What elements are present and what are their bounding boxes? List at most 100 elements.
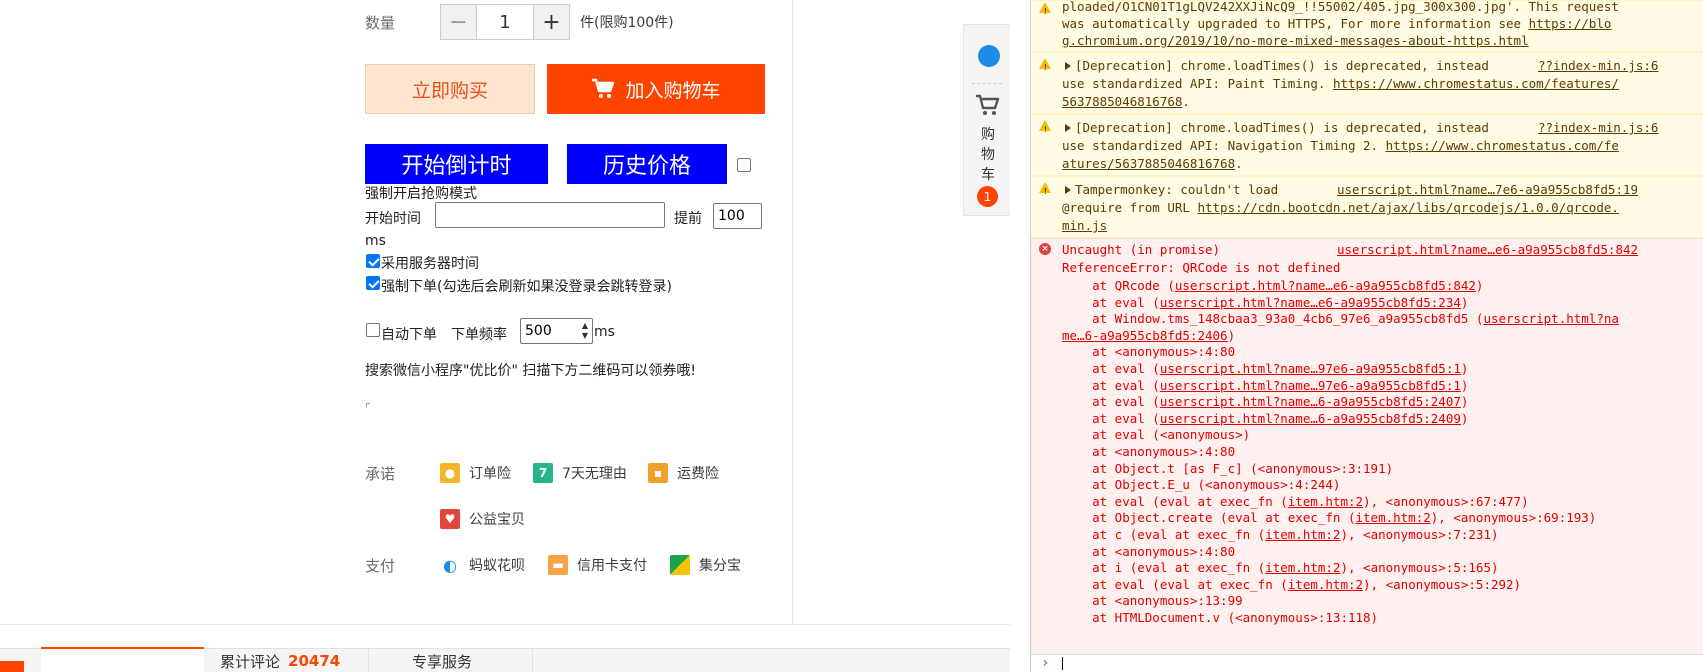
advance-label: 提前	[674, 211, 702, 227]
start-countdown-button[interactable]: 开始倒计时	[365, 144, 548, 184]
advance-ms-input[interactable]	[713, 203, 762, 229]
stack-frame-text: at c (eval at exec_fn (	[1062, 527, 1266, 542]
payment-credit-card[interactable]: ▬ 信用卡支付	[548, 555, 647, 575]
console-input[interactable]: ›	[1031, 654, 1703, 672]
stack-frame-text: at eval (eval at exec_fn (	[1062, 576, 1288, 592]
promise-order-insurance[interactable]: ● 订单险	[440, 463, 511, 483]
order-frequency-value: 500	[525, 323, 552, 339]
stack-frame-text: )	[1460, 294, 1469, 310]
console-link[interactable]: atures/5637885046816768	[1062, 156, 1235, 171]
stack-frame-link[interactable]: item.htm:2	[1265, 527, 1340, 542]
stack-frame-link[interactable]: userscript.html?name…6-a9a955cb8fd5:2407	[1160, 394, 1461, 409]
expand-arrow-icon[interactable]	[1065, 124, 1071, 132]
stack-frame: at <anonymous>:4:80	[1062, 543, 1235, 561]
stack-frame-link[interactable]: userscript.html?name…6-a9a955cb8fd5:2409	[1160, 411, 1461, 426]
stack-frame-text: at <anonymous>:4:80	[1062, 543, 1236, 559]
buy-now-button[interactable]: 立即购买	[365, 64, 535, 114]
price-history-button[interactable]: 历史价格	[567, 144, 727, 184]
increase-button[interactable]: +	[534, 5, 569, 39]
stack-frame-link[interactable]: item.htm:2	[1288, 577, 1363, 592]
expand-arrow-icon[interactable]	[1065, 186, 1071, 194]
console-link[interactable]: https://blo	[1529, 16, 1612, 31]
stack-frame: at <anonymous>:13:99	[1062, 592, 1243, 610]
stack-frame-text: ), <anonymous>:5:165)	[1340, 560, 1499, 576]
payment-jifenbao[interactable]: 集分宝	[670, 555, 741, 575]
stack-frame: at c (eval at exec_fn (item.htm:2), <ano…	[1062, 526, 1498, 544]
heart-icon: ♥	[440, 509, 460, 529]
stack-frame-text: at eval (	[1062, 377, 1160, 393]
sun-icon: ●	[440, 463, 460, 483]
stack-frame-text: at <anonymous>:4:80	[1062, 444, 1236, 459]
force-mode-checkbox[interactable]	[737, 158, 751, 172]
order-frequency-input[interactable]: 500 ▲ ▼	[520, 318, 593, 344]
tab-exclusive-service[interactable]: 专享服务	[412, 649, 472, 672]
stack-frame-text: at eval (eval at exec_fn (	[1062, 493, 1288, 509]
stack-frame-link[interactable]: me…6-a9a955cb8fd5:2406	[1062, 328, 1228, 343]
tab-divider	[368, 649, 369, 672]
stack-frame-link[interactable]: userscript.html?name…e6-a9a955cb8fd5:842	[1175, 278, 1476, 293]
console-link[interactable]: g.chromium.org/2019/10/no-more-mixed-mes…	[1062, 33, 1529, 48]
divider	[0, 624, 1010, 625]
add-to-cart-button[interactable]: 加入购物车	[547, 64, 765, 114]
stack-frame-text: at QRcode (	[1062, 278, 1175, 293]
stack-frame-link[interactable]: userscript.html?name…e6-a9a955cb8fd5:234	[1160, 295, 1461, 310]
jifenbao-icon	[670, 555, 690, 575]
ms-unit: ms	[365, 233, 386, 249]
stack-frame-link[interactable]: userscript.html?name…97e6-a9a955cb8fd5:1	[1160, 378, 1461, 393]
stack-frame-link[interactable]: item.htm:2	[1288, 494, 1363, 509]
stack-frame-link[interactable]: userscript.html?na	[1483, 311, 1618, 326]
stack-frame-text: )	[1460, 377, 1469, 393]
stack-frame-text: at i (eval at exec_fn (	[1062, 560, 1266, 576]
stack-frame-link[interactable]: userscript.html?name…97e6-a9a955cb8fd5:1	[1160, 361, 1461, 376]
console-error: × Uncaught (in promise) userscript.html?…	[1031, 238, 1703, 654]
use-server-time-label: 采用服务器时间	[381, 256, 479, 272]
force-order-checkbox[interactable]	[366, 276, 380, 290]
stack-frame-link[interactable]: item.htm:2	[1356, 510, 1431, 525]
cart-icon[interactable]	[975, 93, 1001, 117]
sidebar-cart-label[interactable]: 购 物 车	[980, 125, 996, 185]
console-warning: Tampermonkey: couldn't load userscript.h…	[1031, 176, 1703, 238]
error-icon: ×	[1039, 243, 1051, 255]
expand-arrow-icon[interactable]	[1065, 62, 1071, 70]
stack-frame: at eval (userscript.html?name…97e6-a9a95…	[1062, 377, 1468, 395]
console-link[interactable]: min.js	[1062, 218, 1107, 233]
huabei-icon: ◐	[440, 555, 460, 575]
stack-frame: at eval (userscript.html?name…6-a9a955cb…	[1062, 393, 1468, 411]
chat-icon[interactable]	[978, 45, 1000, 67]
stack-frame: at eval (userscript.html?name…6-a9a955cb…	[1062, 410, 1468, 428]
console-warning: [Deprecation] chrome.loadTimes() is depr…	[1031, 52, 1703, 114]
warning-icon	[1039, 120, 1051, 139]
stack-frame: at Object.E_u (<anonymous>:4:244)	[1062, 476, 1340, 494]
tab-active[interactable]	[41, 647, 204, 672]
payment-huabei[interactable]: ◐ 蚂蚁花呗	[440, 555, 525, 575]
stack-frame: at Object.create (eval at exec_fn (item.…	[1062, 509, 1596, 527]
start-time-input[interactable]	[435, 202, 665, 228]
stack-frame-link[interactable]: item.htm:2	[1265, 560, 1340, 575]
console-warning: ploaded/O1CN01T1gLQV242XXJiNcQ9_!!55002/…	[1031, 0, 1703, 52]
spinner-arrows-icon[interactable]: ▲ ▼	[582, 321, 588, 341]
console-source-link[interactable]: userscript.html?name…e6-a9a955cb8fd5:842	[1337, 241, 1638, 259]
console-source-link[interactable]: ??index-min.js:6	[1538, 57, 1658, 75]
stack-frame-text: at <anonymous>:13:99	[1062, 593, 1243, 609]
promise-7day-return[interactable]: 7 7天无理由	[533, 463, 627, 483]
console-link[interactable]: https://www.chromestatus.com/fe	[1386, 138, 1619, 153]
quantity-input[interactable]	[476, 5, 534, 39]
auto-order-checkbox[interactable]	[366, 323, 380, 337]
use-server-time-checkbox[interactable]	[366, 254, 380, 268]
console-link[interactable]: https://cdn.bootcdn.net/ajax/libs/qrcode…	[1197, 200, 1618, 215]
devtools-console: ploaded/O1CN01T1gLQV242XXJiNcQ9_!!55002/…	[1030, 0, 1703, 672]
console-link[interactable]: 5637885046816768	[1062, 94, 1182, 109]
product-page: 数量 − + 件(限购100件) 立即购买 加入购物车 开始倒计时 历史价格 强…	[0, 0, 1010, 672]
console-prompt-icon: ›	[1041, 655, 1050, 671]
console-source-link[interactable]: userscript.html?name…7e6-a9a955cb8fd5:19	[1337, 181, 1638, 199]
stack-frame: at i (eval at exec_fn (item.htm:2), <ano…	[1062, 559, 1499, 577]
force-order-label: 强制下单(勾选后会刷新如果没登录会跳转登录)	[381, 279, 672, 295]
console-source-link[interactable]: ??index-min.js:6	[1538, 119, 1658, 137]
decrease-button[interactable]: −	[441, 5, 476, 39]
promise-charity[interactable]: ♥ 公益宝贝	[440, 509, 525, 529]
tab-reviews[interactable]: 累计评论 20474	[220, 649, 340, 672]
console-link[interactable]: https://www.chromestatus.com/features/	[1333, 76, 1619, 91]
stack-frame: at eval (eval at exec_fn (item.htm:2), <…	[1062, 493, 1529, 511]
auto-order-label: 自动下单	[381, 327, 437, 343]
promise-shipping-insurance[interactable]: ▪ 运费险	[648, 463, 719, 483]
